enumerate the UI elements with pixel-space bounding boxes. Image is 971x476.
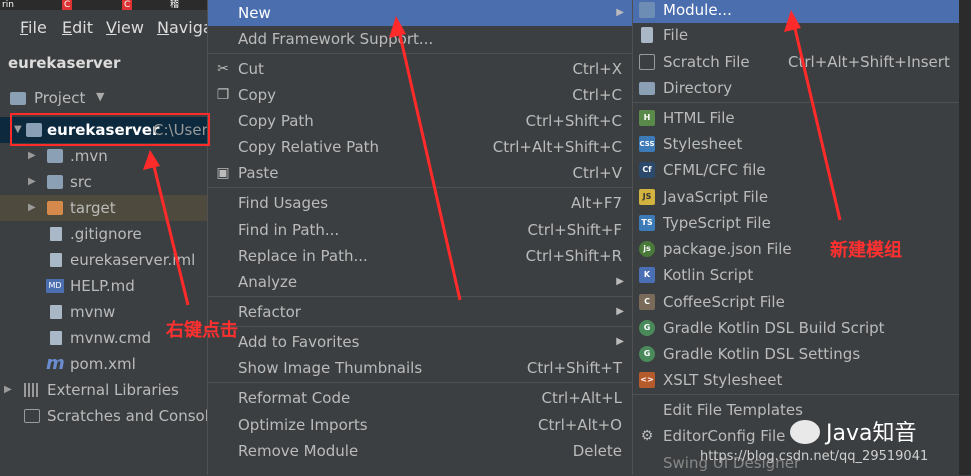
arrow-line xyxy=(150,157,190,306)
arrow-head xyxy=(784,10,801,32)
arrow-head xyxy=(143,150,160,170)
annotation-layer xyxy=(10,10,842,306)
annotation-right-click: 右键点击 xyxy=(166,320,238,341)
arrow-head xyxy=(389,16,406,38)
arrow-line xyxy=(791,19,842,221)
watermark-url: https://blog.csdn.net/qq_29519041 xyxy=(700,449,929,464)
arrow-line xyxy=(396,25,462,301)
highlight-box xyxy=(10,113,210,146)
watermark-title: Java知音 xyxy=(826,421,917,446)
annotation-new-module: 新建模组 xyxy=(830,240,902,261)
wechat-logo xyxy=(790,420,820,444)
